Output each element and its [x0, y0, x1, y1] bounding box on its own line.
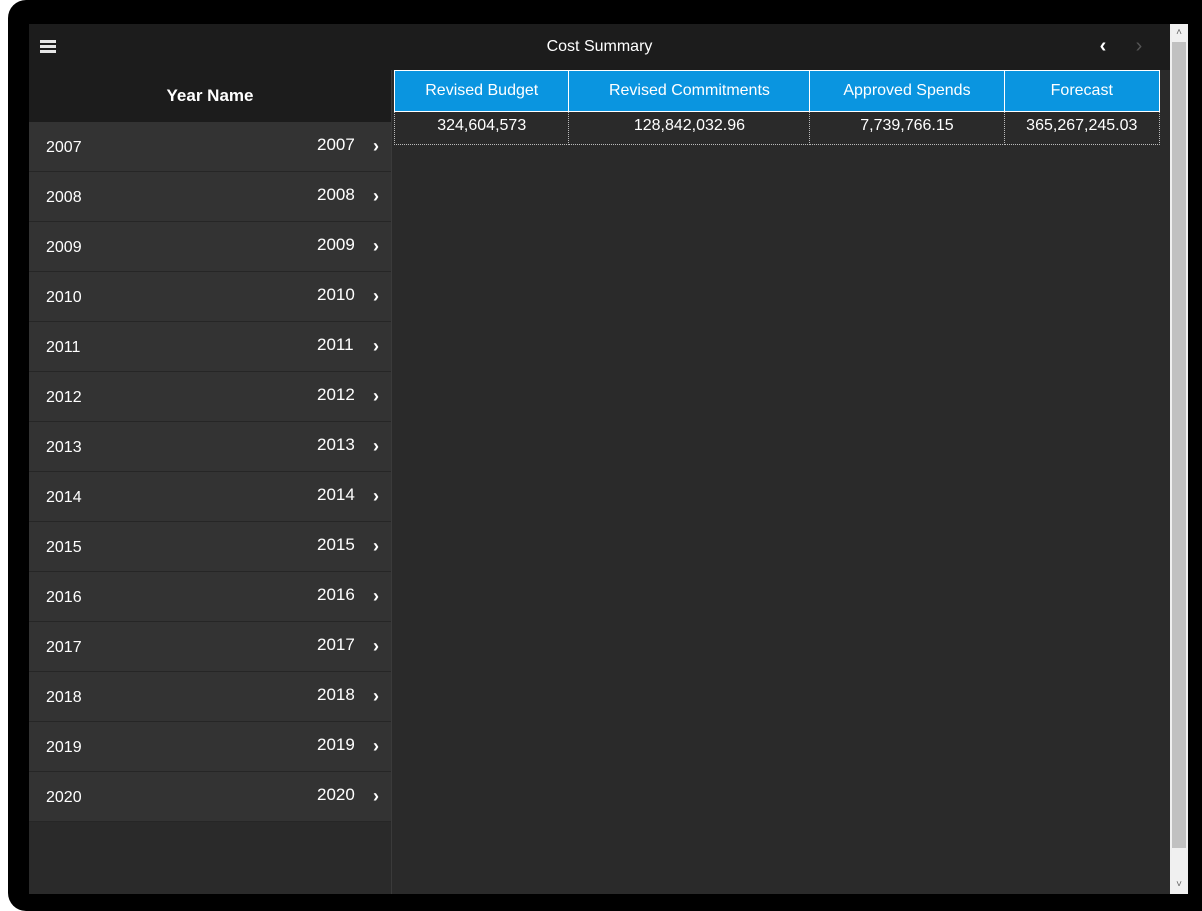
- year-value-label: 2014: [317, 485, 355, 504]
- chevron-right-icon[interactable]: ›: [373, 436, 387, 456]
- column-header[interactable]: Revised Commitments: [568, 70, 811, 112]
- year-row[interactable]: 2019 2019 ›: [29, 722, 391, 772]
- year-row[interactable]: 2008 2008 ›: [29, 172, 391, 222]
- year-row[interactable]: 2017 2017 ›: [29, 622, 391, 672]
- chevron-right-icon[interactable]: ›: [373, 636, 387, 656]
- year-name-label: 2014: [46, 489, 82, 506]
- year-value-label: 2019: [317, 735, 355, 754]
- year-value-label: 2017: [317, 635, 355, 654]
- year-row[interactable]: 2020 2020 ›: [29, 772, 391, 822]
- year-name-label: 2017: [46, 639, 82, 656]
- column-header[interactable]: Approved Spends: [809, 70, 1005, 112]
- title-bar: Cost Summary ‹ ›: [29, 24, 1170, 70]
- year-row[interactable]: 2013 2013 ›: [29, 422, 391, 472]
- column-header[interactable]: Revised Budget: [393, 70, 570, 112]
- year-value-label: 2020: [317, 785, 355, 804]
- chevron-right-icon[interactable]: ›: [373, 486, 387, 506]
- scroll-down-icon[interactable]: ˅: [1170, 876, 1188, 894]
- year-list-panel: Year Name 2007 2007 › 2008 2008 › 2009 2009 › 201…: [29, 70, 392, 894]
- year-value-label: 2010: [317, 285, 355, 304]
- year-row[interactable]: 2007 2007 ›: [29, 122, 391, 172]
- column-header[interactable]: Forecast: [1003, 70, 1161, 112]
- scroll-thumb[interactable]: [1172, 42, 1186, 848]
- chevron-right-icon[interactable]: ›: [373, 536, 387, 556]
- chevron-right-icon[interactable]: ›: [1129, 36, 1149, 56]
- year-name-label: 2009: [46, 239, 82, 256]
- year-value-label: 2007: [317, 135, 355, 154]
- year-name-label: 2016: [46, 589, 82, 606]
- app-container: Cost Summary ‹ › Year Name 2007 2007 › 2008…: [29, 24, 1170, 894]
- year-row[interactable]: 2014 2014 ›: [29, 472, 391, 522]
- chevron-right-icon[interactable]: ›: [373, 786, 387, 806]
- year-value-label: 2016: [317, 585, 355, 604]
- cost-table-area: Revised Budget Revised Commitments Approve…: [393, 70, 1161, 145]
- year-value-label: 2018: [317, 685, 355, 704]
- table-row[interactable]: 324,604,573 128,842,032.96 7,739,766.15 365…: [393, 111, 1161, 145]
- year-row[interactable]: 2016 2016 ›: [29, 572, 391, 622]
- chevron-right-icon[interactable]: ›: [373, 736, 387, 756]
- year-name-label: 2010: [46, 289, 82, 306]
- year-name-label: 2015: [46, 539, 82, 556]
- table-cell: 365,267,245.03: [1003, 111, 1161, 145]
- table-cell: 128,842,032.96: [568, 111, 811, 145]
- table-body: 324,604,573 128,842,032.96 7,739,766.15 365…: [393, 111, 1161, 145]
- year-name-label: 2011: [46, 339, 81, 356]
- year-name-label: 2008: [46, 189, 82, 206]
- year-name-label: 2019: [46, 739, 82, 756]
- cost-summary-table: Revised Budget Revised Commitments Approve…: [393, 70, 1161, 145]
- year-row[interactable]: 2018 2018 ›: [29, 672, 391, 722]
- year-list-header: Year Name: [29, 70, 391, 122]
- year-value-label: 2012: [317, 385, 355, 404]
- year-name-label: 2013: [46, 439, 82, 456]
- year-value-label: 2015: [317, 535, 355, 554]
- table-header-row: Revised Budget Revised Commitments Approve…: [393, 70, 1161, 112]
- year-name-label: 2020: [46, 789, 82, 806]
- chevron-left-icon[interactable]: ‹: [1093, 36, 1113, 56]
- year-list: 2007 2007 › 2008 2008 › 2009 2009 › 2010 2010 › 2011…: [29, 122, 391, 822]
- chevron-right-icon[interactable]: ›: [373, 136, 387, 156]
- chevron-right-icon[interactable]: ›: [373, 186, 387, 206]
- year-value-label: 2011: [317, 335, 354, 354]
- page-title: Cost Summary: [546, 38, 653, 55]
- chevron-right-icon[interactable]: ›: [373, 286, 387, 306]
- year-row[interactable]: 2010 2010 ›: [29, 272, 391, 322]
- scroll-up-icon[interactable]: ˄: [1170, 24, 1188, 42]
- chevron-right-icon[interactable]: ›: [373, 386, 387, 406]
- year-value-label: 2009: [317, 235, 355, 254]
- vertical-scrollbar[interactable]: ˄ ˅: [1170, 24, 1188, 894]
- chevron-right-icon[interactable]: ›: [373, 686, 387, 706]
- chevron-right-icon[interactable]: ›: [373, 586, 387, 606]
- year-row[interactable]: 2009 2009 ›: [29, 222, 391, 272]
- table-cell: 324,604,573: [393, 111, 570, 145]
- table-cell: 7,739,766.15: [809, 111, 1005, 145]
- year-row[interactable]: 2015 2015 ›: [29, 522, 391, 572]
- chevron-right-icon[interactable]: ›: [373, 336, 387, 356]
- year-row[interactable]: 2012 2012 ›: [29, 372, 391, 422]
- year-name-label: 2012: [46, 389, 82, 406]
- year-name-label: 2018: [46, 689, 82, 706]
- year-name-label: 2007: [46, 139, 82, 156]
- year-row[interactable]: 2011 2011 ›: [29, 322, 391, 372]
- year-value-label: 2008: [317, 185, 355, 204]
- year-value-label: 2013: [317, 435, 355, 454]
- chevron-right-icon[interactable]: ›: [373, 236, 387, 256]
